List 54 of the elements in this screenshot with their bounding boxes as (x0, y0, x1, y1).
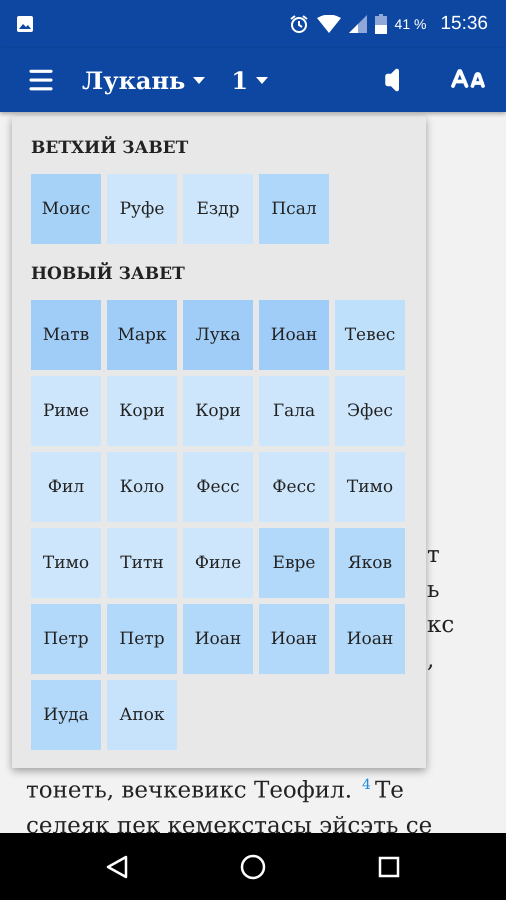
book-tile[interactable]: Иоан (259, 604, 329, 674)
book-tile[interactable]: Фесс (259, 452, 329, 522)
section-title: ВЕТХИЙ ЗАВЕТ (31, 138, 190, 160)
book-tile[interactable]: Тевес (335, 300, 405, 370)
book-tile[interactable]: Лука (183, 300, 253, 370)
book-tile[interactable]: Тимо (31, 528, 101, 598)
alarm-icon (288, 14, 309, 34)
book-tile[interactable]: Иоан (335, 604, 405, 674)
caret-icon (256, 76, 268, 84)
book-tile[interactable]: Титн (107, 528, 177, 598)
book-tile[interactable]: Кори (107, 376, 177, 446)
section-title: НОВЫЙ ЗАВЕТ (31, 264, 186, 286)
book-tile[interactable]: Иоан (259, 300, 329, 370)
book-tile[interactable]: Коло (107, 452, 177, 522)
wifi-icon (316, 15, 341, 33)
text-fragment: кс (427, 612, 454, 638)
book-tile[interactable]: Гала (259, 376, 329, 446)
text-fragment: ь (427, 577, 440, 603)
book-tile[interactable]: Ездр (183, 174, 253, 244)
book-tile[interactable]: Филе (183, 528, 253, 598)
book-tile[interactable]: Руфе (107, 174, 177, 244)
caret-icon (193, 76, 206, 84)
book-tile[interactable]: Яков (335, 528, 405, 598)
book-tile[interactable]: Апок (107, 680, 177, 750)
text-fragment: , (427, 647, 434, 673)
battery-percent: 41 % (394, 16, 426, 32)
verse-text: Те (374, 778, 404, 804)
image-icon (16, 15, 34, 33)
verse-text: тонеть, вечкевикс Теофил. (26, 778, 352, 804)
book-selector[interactable]: Лукань (82, 66, 206, 94)
book-tile[interactable]: Евре (259, 528, 329, 598)
home-icon[interactable] (240, 854, 266, 880)
book-tile[interactable]: Моис (31, 174, 101, 244)
book-tile[interactable]: Матв (31, 300, 101, 370)
book-tile[interactable]: Тимо (335, 452, 405, 522)
text-fragment: т (427, 542, 440, 568)
signal-icon (348, 15, 367, 33)
chapter-selector[interactable]: 1 (231, 66, 268, 94)
book-tile[interactable]: Фесс (183, 452, 253, 522)
back-icon[interactable] (106, 854, 128, 878)
book-tile[interactable]: Иуда (31, 680, 101, 750)
book-tile[interactable]: Иоан (183, 604, 253, 674)
book-tile[interactable]: Риме (31, 376, 101, 446)
clock-time: 15:36 (440, 13, 488, 35)
book-tile[interactable]: Эфес (335, 376, 405, 446)
book-tile[interactable]: Псал (259, 174, 329, 244)
book-tile[interactable]: Петр (107, 604, 177, 674)
book-tile[interactable]: Петр (31, 604, 101, 674)
book-tile[interactable]: Марк (107, 300, 177, 370)
verse-text: селеяк пек кемекстасы эйсэть се (26, 812, 432, 839)
recents-icon[interactable] (378, 856, 400, 878)
battery-icon (374, 14, 387, 34)
book-tile[interactable]: Фил (31, 452, 101, 522)
book-tile[interactable]: Кори (183, 376, 253, 446)
